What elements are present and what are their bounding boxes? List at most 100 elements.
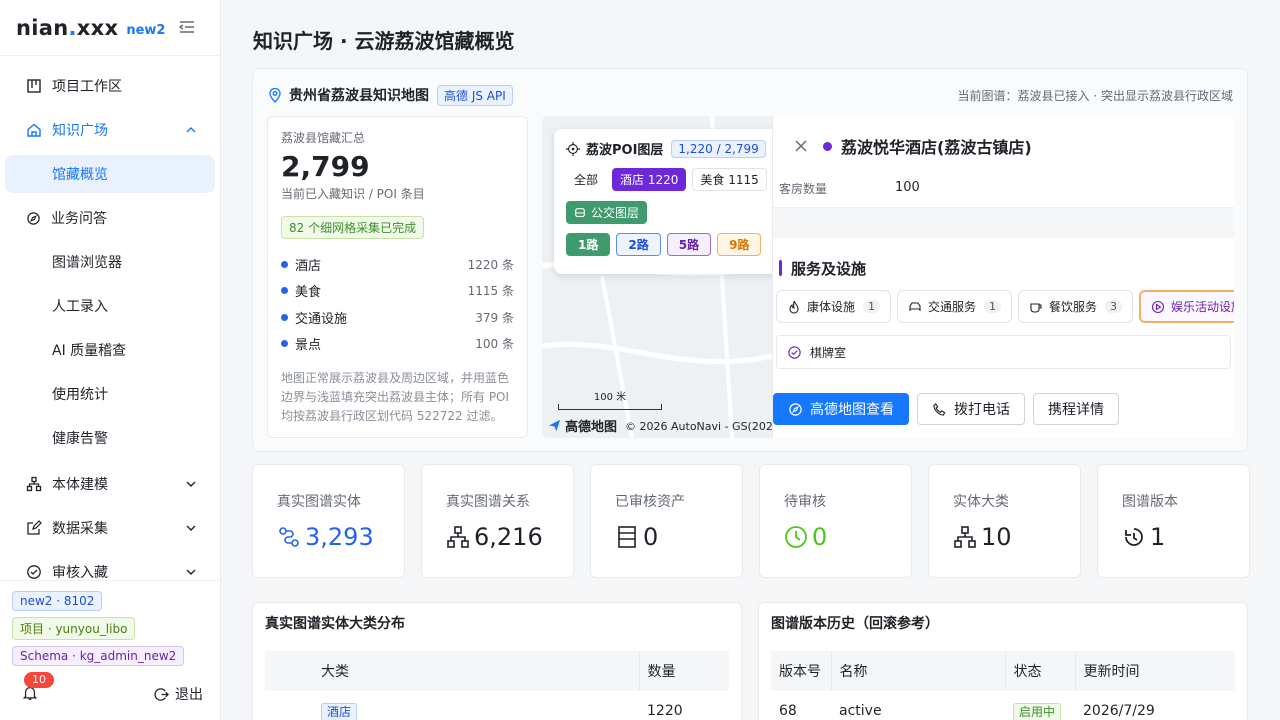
sidebar-item-label: 健康告警	[52, 431, 108, 447]
summary-label: 荔波县馆藏汇总	[281, 131, 366, 145]
service-tab-fitness[interactable]: 康体设施 1	[776, 290, 892, 323]
route-chip-9[interactable]: 9路	[717, 233, 762, 256]
poi-filter-group: 全部 酒店 1220 美食 1115	[566, 168, 793, 191]
notification-button[interactable]: 10	[22, 672, 54, 703]
scale-label: 100 米	[593, 392, 627, 403]
sidebar-subitem-graph-browser[interactable]: 图谱浏览器	[0, 240, 220, 284]
sidebar-item-label: AI 质量稽查	[52, 343, 127, 359]
map-title: 贵州省荔波县知识地图	[289, 88, 429, 104]
sidebar-subitem-manual-entry[interactable]: 人工录入	[0, 284, 220, 328]
sidebar-nav: 项目工作区 知识广场 馆藏概览 业务问答 图谱浏览器 人工录入 AI 质量稽查 …	[0, 56, 220, 594]
sidebar-item-ontology[interactable]: 本体建模	[0, 462, 220, 506]
sidebar-subitem-health-alerts[interactable]: 健康告警	[0, 416, 220, 460]
hierarchy-icon	[26, 476, 42, 492]
layer-note: 当前图谱：荔波县已接入 · 突出显示荔波县行政区域	[957, 88, 1233, 103]
stat-label: 实体大类	[953, 494, 1009, 510]
sidebar-subitem-ai-quality[interactable]: AI 质量稽查	[0, 328, 220, 372]
bullet-dot	[281, 260, 288, 268]
sidebar-item-label: 审核入藏	[52, 565, 108, 581]
route-chip-5[interactable]: 5路	[666, 233, 712, 256]
room-count-row: 客房数量 100	[773, 162, 1234, 208]
table-row[interactable]: 酒店 1220	[265, 691, 729, 720]
bus-routes: 1路 2路 5路 9路	[566, 233, 782, 256]
category-name: 美食	[295, 285, 322, 301]
stat-value: 1	[1150, 523, 1166, 551]
logout-button[interactable]: 退出	[154, 684, 203, 704]
route-chip-1[interactable]: 1路	[566, 233, 611, 256]
close-icon[interactable]	[793, 138, 809, 154]
hierarchy-icon	[953, 525, 977, 549]
ctrip-detail-button[interactable]: 携程详情	[1033, 393, 1119, 425]
bus-layer-toggle[interactable]: 公交图层	[566, 201, 648, 224]
stat-card-relations: 真实图谱关系 6,216	[421, 464, 574, 578]
table-row[interactable]: 68 active 启用中 2026/7/29	[771, 691, 1235, 720]
service-label: 交通服务	[928, 300, 977, 314]
sidebar-item-workspace[interactable]: 项目工作区	[0, 64, 220, 108]
sidebar-item-label: 知识广场	[52, 123, 108, 139]
sidebar-item-data-collection[interactable]: 数据采集	[0, 506, 220, 550]
hierarchy-icon	[446, 525, 470, 549]
stat-value-row: 0	[615, 523, 718, 551]
stat-value-row: 10	[953, 523, 1056, 551]
poi-layer-header: 荔波POI图层 1,220 / 2,799	[566, 139, 782, 158]
grid-complete-badge: 82 个细网格采集已完成	[281, 216, 425, 239]
sidebar: nian.xxx new2 项目工作区 知识广场 馆藏概览 业务问答 图谱浏览器…	[0, 0, 221, 720]
sidebar-item-knowledge-square[interactable]: 知识广场	[0, 108, 220, 152]
map-canvas[interactable]: 荔波POI图层 1,220 / 2,799 全部 酒店 1220 美食 1115…	[542, 116, 1234, 438]
list-item: 景点 100 条	[281, 331, 514, 358]
list-item: 交通设施 379 条	[281, 304, 514, 331]
sidebar-subitem-business-qa[interactable]: 业务问答	[0, 196, 220, 240]
chevron-up-icon	[186, 127, 196, 133]
table-cell: active	[839, 703, 882, 719]
service-tab-dining[interactable]: 餐饮服务 3	[1018, 290, 1134, 323]
poi-layer-title: 荔波POI图层	[586, 143, 664, 158]
sidebar-subitem-usage-stats[interactable]: 使用统计	[0, 372, 220, 416]
route-chip-2[interactable]: 2路	[616, 233, 661, 256]
call-button[interactable]: 拨打电话	[917, 393, 1025, 425]
sidebar-subitem-collection-overview[interactable]: 馆藏概览	[5, 155, 215, 193]
filter-hotel[interactable]: 酒店 1220	[612, 168, 687, 191]
collapse-menu-icon[interactable]	[178, 18, 196, 36]
stat-value-row: 6,216	[446, 523, 549, 551]
brand-logo[interactable]: nian.xxx	[16, 16, 118, 40]
stat-label: 真实图谱关系	[446, 494, 530, 510]
filter-food[interactable]: 美食 1115	[692, 168, 767, 191]
stat-card-reviewed: 已审核资产 0	[590, 464, 743, 578]
page-title: 知识广场 · 云游荔波馆藏概览	[253, 29, 515, 53]
poi-layer-panel: 荔波POI图层 1,220 / 2,799 全部 酒店 1220 美食 1115…	[554, 129, 794, 274]
sidebar-item-label: 使用统计	[52, 387, 108, 403]
summary-subtitle: 当前已入藏知识 / POI 条目	[281, 187, 425, 201]
service-tab-entertainment[interactable]: 娱乐活动设施	[1139, 290, 1234, 323]
stat-label: 已审核资产	[615, 494, 685, 510]
notification-badge: 10	[24, 672, 54, 688]
stat-label: 真实图谱实体	[277, 494, 361, 510]
amap-view-button[interactable]: 高德地图查看	[773, 393, 909, 425]
services-title-text: 服务及设施	[791, 259, 867, 278]
facility-label: 棋牌室	[810, 345, 847, 360]
poi-count-chip: 1,220 / 2,799	[671, 139, 766, 158]
footer-actions: 10 退出	[12, 672, 203, 704]
check-circle-icon	[26, 564, 42, 580]
service-tab-transport[interactable]: 交通服务 1	[897, 290, 1013, 323]
room-count-value: 100	[895, 180, 920, 195]
bullet-dot	[281, 287, 288, 295]
column-header-category: 大类	[265, 651, 640, 691]
stat-card-entities: 真实图谱实体 3,293	[252, 464, 405, 578]
county-summary: 荔波县馆藏汇总 2,799 当前已入藏知识 / POI 条目 82 个细网格采集…	[267, 116, 528, 438]
check-circle-icon	[788, 345, 801, 359]
section-accent-bar	[779, 260, 782, 276]
category-count: 100 条	[475, 337, 514, 352]
bus-layer-label: 公交图层	[591, 206, 640, 220]
list-item: 酒店 1220 条	[281, 251, 514, 278]
version-history-card: 图谱版本历史（回滚参考） 版本号 名称 状态 更新时间 68 active 启用…	[758, 602, 1248, 720]
play-icon	[1151, 300, 1165, 314]
detail-actions: 高德地图查看 拨打电话 携程详情	[773, 393, 1119, 425]
category-name: 交通设施	[295, 311, 348, 327]
entity-distribution-table: 大类 数量 酒店 1220	[265, 651, 729, 720]
column-header-updated: 更新时间	[1075, 651, 1235, 691]
filter-all[interactable]: 全部	[566, 168, 606, 191]
service-count: 1	[863, 300, 881, 313]
env-tag: new2 · 8102	[12, 591, 103, 611]
phone-icon	[932, 402, 947, 417]
knowledge-map-card: 贵州省荔波县知识地图 高德 JS API 当前图谱：荔波县已接入 · 突出显示荔…	[252, 68, 1248, 452]
